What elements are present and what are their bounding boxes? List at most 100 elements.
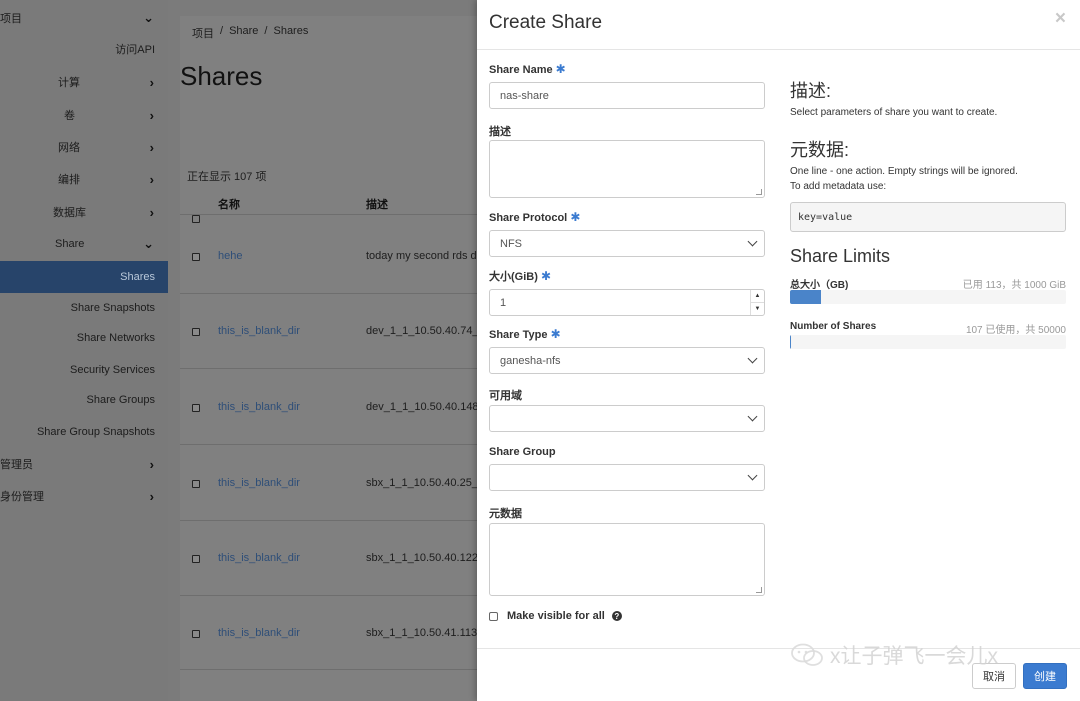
description-textarea[interactable]: [489, 140, 765, 198]
column-header-name[interactable]: 名称: [218, 196, 240, 212]
share-protocol-label-text: Share Protocol: [489, 212, 568, 224]
chevron-down-icon: [747, 470, 758, 481]
chevron-down-icon: ⌄: [143, 10, 154, 25]
share-name-label-text: Share Name: [489, 64, 553, 76]
share-name-link[interactable]: hehe: [218, 250, 242, 262]
breadcrumb-separator: /: [264, 25, 268, 37]
share-type-label: Share Type ✱: [489, 327, 561, 341]
row-checkbox[interactable]: [192, 480, 200, 488]
modal-title: Create Share: [489, 12, 603, 33]
sidebar-item-shares[interactable]: Shares: [0, 261, 168, 293]
sidebar-item-orchestration[interactable]: 编排 ›: [0, 164, 168, 194]
sidebar-item-label: 管理员: [0, 459, 33, 471]
sidebar-item-label: Share: [55, 238, 85, 250]
create-button[interactable]: 创建: [1023, 663, 1067, 689]
close-icon[interactable]: ×: [1055, 8, 1066, 30]
chevron-right-icon: ›: [149, 488, 154, 504]
wechat-icon: [791, 643, 823, 666]
row-checkbox[interactable]: [192, 555, 200, 563]
share-type-select[interactable]: ganesha-nfs: [489, 347, 765, 374]
total-size-stat: 已用 113，共 1000 GiB: [962, 280, 1066, 291]
row-checkbox[interactable]: [192, 630, 200, 638]
availability-zone-select[interactable]: [489, 405, 765, 432]
number-of-shares-stat: 107 已使用，共 50000: [965, 325, 1066, 336]
sidebar-item-share-networks[interactable]: Share Networks: [0, 323, 168, 353]
sidebar-item-label: 计算: [58, 77, 80, 89]
metadata-label: 元数据: [489, 508, 522, 520]
sidebar-item-compute[interactable]: 计算 ›: [0, 67, 168, 97]
number-of-shares-progress: [790, 335, 1066, 349]
chevron-right-icon: ›: [149, 107, 154, 123]
chevron-down-icon: ⌄: [143, 236, 154, 251]
total-size-progress-fill: [790, 290, 822, 304]
stepper-down-icon[interactable]: ▼: [751, 303, 764, 315]
sidebar-item-share-snapshots[interactable]: Share Snapshots: [0, 293, 168, 323]
description-label: 描述: [489, 126, 511, 138]
row-checkbox[interactable]: [192, 328, 200, 336]
share-limits-heading: Share Limits: [790, 246, 891, 266]
chevron-right-icon: ›: [149, 204, 154, 220]
sidebar-item-security-services[interactable]: Security Services: [0, 355, 168, 385]
share-name-link[interactable]: this_is_blank_dir: [218, 627, 300, 639]
chevron-right-icon: ›: [149, 456, 154, 472]
breadcrumb-item-shares: Shares: [273, 25, 309, 37]
size-label-text: 大小(GiB): [489, 271, 538, 283]
share-description: today my second rds d: [366, 250, 477, 262]
sidebar-item-admin[interactable]: 管理员 ›: [0, 449, 168, 479]
share-type-label-text: Share Type: [489, 329, 548, 341]
share-protocol-value: NFS: [500, 237, 522, 250]
chevron-right-icon: ›: [149, 74, 154, 90]
resize-handle-icon[interactable]: [756, 587, 762, 593]
required-icon: ✱: [540, 269, 552, 283]
sidebar-item-share-groups[interactable]: Share Groups: [0, 385, 168, 415]
metadata-help-text: One line - one action. Empty strings wil…: [790, 166, 1018, 177]
share-protocol-select[interactable]: NFS: [489, 230, 765, 257]
share-name-link[interactable]: this_is_blank_dir: [218, 401, 300, 413]
make-visible-label[interactable]: Make visible for all: [507, 610, 605, 622]
share-group-select[interactable]: [489, 464, 765, 491]
help-icon[interactable]: ?: [611, 611, 622, 621]
sidebar-item-api-access[interactable]: 访问API: [0, 34, 168, 64]
metadata-help-text-2: To add metadata use:: [790, 181, 887, 192]
share-name-link[interactable]: this_is_blank_dir: [218, 325, 300, 337]
size-stepper[interactable]: ▲ ▼: [750, 290, 764, 315]
resize-handle-icon[interactable]: [756, 189, 762, 195]
sidebar-item-label: 网络: [58, 142, 80, 154]
sidebar-item-volumes[interactable]: 卷 ›: [0, 100, 168, 130]
sidebar-item-network[interactable]: 网络 ›: [0, 132, 168, 162]
size-value: 1: [500, 296, 507, 309]
modal-header: Create Share ×: [477, 0, 1080, 50]
stepper-up-icon[interactable]: ▲: [751, 290, 764, 303]
make-visible-checkbox[interactable]: [489, 611, 498, 621]
share-group-label: Share Group: [489, 446, 556, 458]
size-label: 大小(GiB) ✱: [489, 268, 551, 284]
share-description: dev_1_1_10.50.40.148_: [366, 401, 485, 413]
column-header-description[interactable]: 描述: [366, 196, 388, 212]
sidebar-item-share-group-snapshots[interactable]: Share Group Snapshots: [0, 417, 168, 447]
availability-zone-label: 可用域: [489, 390, 522, 402]
share-type-value: ganesha-nfs: [500, 354, 561, 367]
sidebar-item-database[interactable]: 数据库 ›: [0, 197, 168, 227]
row-checkbox[interactable]: [192, 253, 200, 261]
sidebar-item-project[interactable]: 项目 ⌄: [0, 3, 168, 33]
watermark-text: x让子弹飞一会儿x: [830, 645, 998, 668]
sidebar-item-label: Share Snapshots: [70, 302, 155, 314]
row-checkbox[interactable]: [192, 404, 200, 412]
total-size-progress: [790, 290, 1066, 304]
metadata-textarea[interactable]: [489, 523, 765, 596]
sidebar-item-identity[interactable]: 身份管理 ›: [0, 481, 168, 511]
required-icon: ✱: [570, 210, 581, 224]
make-visible-row: Make visible for all ?: [489, 610, 622, 622]
breadcrumb: 项目 / Share / Shares: [192, 25, 308, 41]
breadcrumb-item-share[interactable]: Share: [229, 25, 258, 41]
breadcrumb-item-project[interactable]: 项目: [192, 25, 214, 41]
sidebar-item-label: Shares: [120, 271, 155, 283]
share-name-input[interactable]: nas-share: [489, 82, 765, 109]
sidebar-item-share[interactable]: Share ⌄: [0, 229, 168, 259]
share-name-link[interactable]: this_is_blank_dir: [218, 477, 300, 489]
number-of-shares-label: Number of Shares: [790, 321, 877, 332]
description-help-text: Select parameters of share you want to c…: [790, 107, 998, 118]
share-name-link[interactable]: this_is_blank_dir: [218, 552, 300, 564]
page-title: Shares: [180, 61, 263, 91]
size-number-input[interactable]: 1 ▲ ▼: [489, 289, 765, 316]
